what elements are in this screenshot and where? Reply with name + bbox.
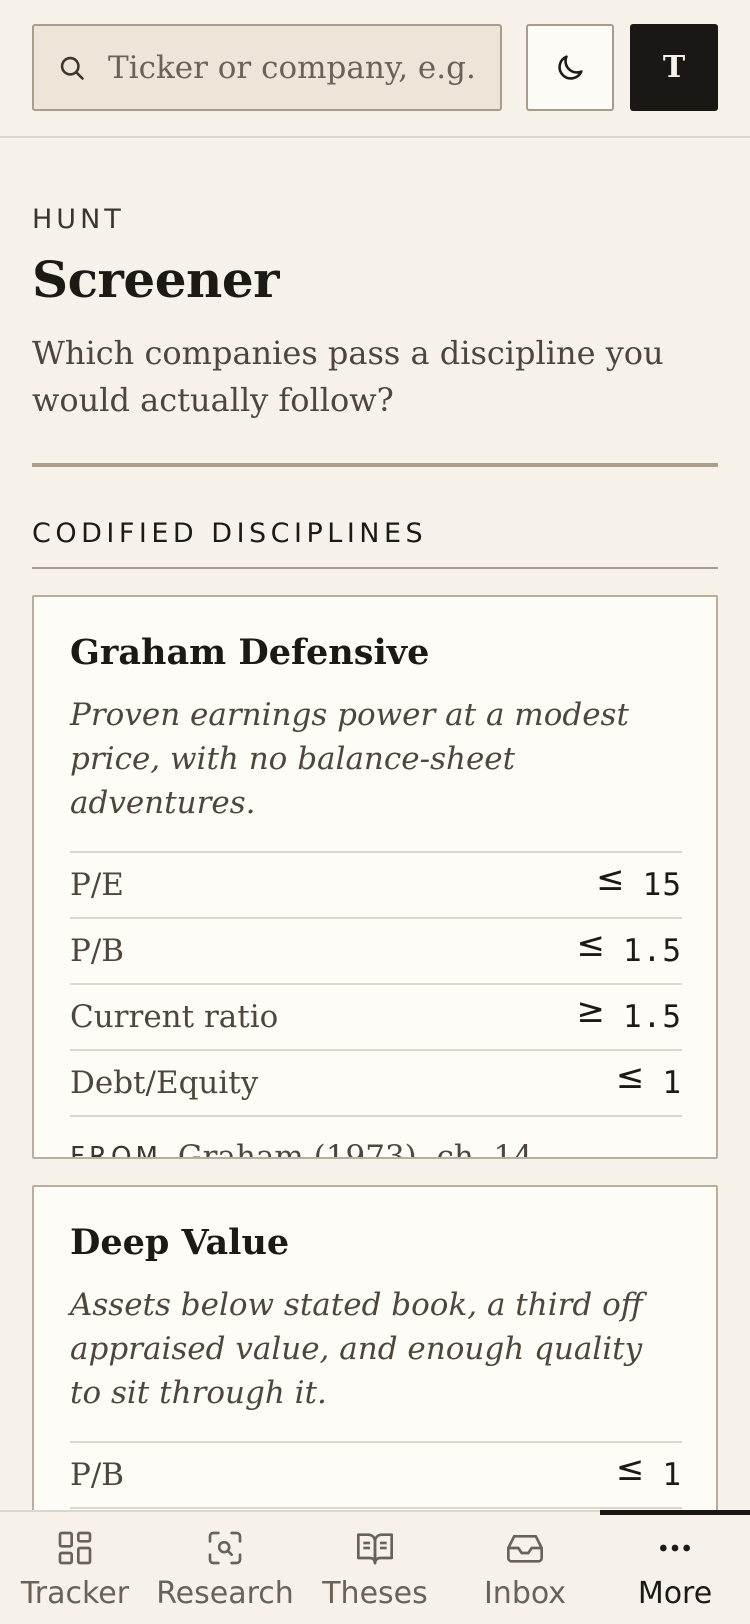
nav-item-research[interactable]: Research: [150, 1512, 300, 1624]
nav-label: Inbox: [483, 1576, 567, 1611]
rule-operator: ≤: [576, 925, 606, 965]
nav-label: Tracker: [20, 1576, 130, 1611]
card-description: Proven earnings power at a modest price,…: [70, 697, 629, 821]
rule-row: Debt/Equity ≤ 1: [70, 1049, 682, 1115]
nav-item-tracker[interactable]: Tracker: [0, 1512, 150, 1624]
avatar-initial: T: [662, 50, 686, 85]
rule-operator: ≤: [615, 1057, 645, 1097]
avatar-button[interactable]: T: [630, 24, 718, 111]
book-open-icon: [357, 1533, 393, 1565]
nav-label: Research: [156, 1576, 294, 1611]
rule-threshold: 1: [662, 1457, 682, 1493]
section-divider: [32, 567, 718, 569]
card-title: Deep Value: [70, 1222, 290, 1263]
discipline-card[interactable]: Graham Defensive Proven earnings power a…: [32, 595, 718, 1159]
page-eyebrow: HUNT: [32, 204, 125, 235]
card-title: Graham Defensive: [70, 632, 430, 673]
nav-item-inbox[interactable]: Inbox: [450, 1512, 600, 1624]
top-bar: T: [0, 0, 750, 138]
rule-row: P/E ≤ 15: [70, 851, 682, 917]
rule-metric: Current ratio: [70, 999, 279, 1035]
discipline-card[interactable]: Deep Value Assets below stated book, a t…: [32, 1185, 718, 1525]
page-subtitle: Which companies pass a discipline you wo…: [32, 334, 664, 419]
nav-label: More: [637, 1576, 713, 1611]
rule-row: P/B ≤ 1: [70, 1441, 682, 1507]
grid-icon: [58, 1531, 92, 1565]
moon-icon: [558, 54, 583, 80]
scan-search-icon: [208, 1531, 242, 1565]
bottom-nav: Tracker Research Theses Inbox More: [0, 1510, 750, 1624]
card-source: FROM Graham (1973), ch. 14: [70, 1115, 682, 1159]
rule-metric: P/B: [70, 1457, 125, 1493]
header-divider: [32, 463, 718, 467]
card-description: Assets below stated book, a third off ap…: [70, 1287, 643, 1411]
source-label: FROM: [70, 1142, 162, 1159]
section-heading: CODIFIED DISCIPLINES: [32, 518, 428, 549]
rule-threshold: 1: [662, 1065, 682, 1101]
more-dots-icon: [660, 1544, 690, 1552]
rule-threshold: 1.5: [623, 999, 682, 1035]
theme-toggle-button[interactable]: [526, 24, 614, 111]
nav-item-theses[interactable]: Theses: [300, 1512, 450, 1624]
nav-label: Theses: [322, 1576, 428, 1611]
rule-row: Current ratio ≥ 1.5: [70, 983, 682, 1049]
search-input[interactable]: [108, 49, 478, 86]
rule-operator: ≥: [576, 991, 606, 1031]
rule-threshold: 1.5: [623, 933, 682, 969]
source-citation: Graham (1973), ch. 14: [177, 1139, 533, 1159]
rule-operator: ≤: [615, 1449, 645, 1489]
page-title: Screener: [32, 250, 280, 309]
rule-threshold: 15: [642, 867, 682, 903]
rule-row: P/B ≤ 1.5: [70, 917, 682, 983]
rule-metric: P/B: [70, 933, 125, 969]
rule-metric: Debt/Equity: [70, 1065, 259, 1101]
search-icon: [60, 56, 84, 80]
search-box[interactable]: [32, 24, 502, 111]
inbox-icon: [507, 1535, 543, 1563]
nav-item-more[interactable]: More: [600, 1510, 750, 1624]
rule-operator: ≤: [596, 859, 625, 899]
rule-metric: P/E: [70, 867, 124, 903]
